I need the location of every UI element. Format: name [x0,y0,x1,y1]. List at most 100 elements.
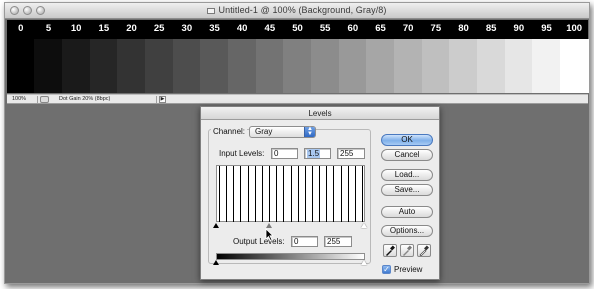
white-eyedropper-button[interactable] [417,244,431,257]
step-label: 20 [126,23,137,34]
status-bar-icon[interactable] [40,96,49,103]
gray-patch [339,39,368,93]
output-gradient-bar [216,253,365,260]
gray-patch [34,39,63,93]
step-label: 30 [181,23,193,34]
gray-patch [7,39,36,93]
auto-button[interactable]: Auto [381,206,433,218]
histogram-bar [269,166,270,222]
output-white-slider[interactable] [361,260,367,265]
histogram-bar [276,166,277,222]
channel-select[interactable]: Gray ▲ ▼ [249,126,316,138]
step-label: 10 [70,23,82,34]
select-arrows-icon: ▲ ▼ [304,126,315,137]
gray-patch [228,39,257,93]
histogram-bar [248,166,249,222]
gray-patch [422,39,451,93]
save-button[interactable]: Save... [381,184,433,196]
input-white-field[interactable]: 255 [337,148,365,159]
zoom-level[interactable]: 100% [10,96,38,103]
mouse-pointer-icon [265,228,274,241]
white-point-slider[interactable] [361,223,367,228]
document-info: Dot Gain 20% (8bpc) [53,96,157,103]
output-white-field[interactable]: 255 [324,236,352,247]
histogram-bar [291,166,292,222]
black-point-slider[interactable] [213,223,219,228]
histogram-bar [226,166,227,222]
histogram-bar [348,166,349,222]
document-icon [207,8,216,14]
black-eyedropper-icon [386,245,395,256]
window-title: Untitled-1 @ 100% (Background, Gray/8) [218,5,387,15]
histogram-bar [355,166,356,222]
black-eyedropper-button[interactable] [383,244,397,257]
step-label: 85 [485,23,497,34]
gray-patch [256,39,285,93]
output-black-slider[interactable] [213,260,219,265]
preview-label: Preview [394,265,423,274]
step-label: 60 [347,23,359,34]
histogram-bar [312,166,313,222]
histogram-bar [305,166,306,222]
title-bar[interactable]: Untitled-1 @ 100% (Background, Gray/8) [5,3,589,19]
step-label: 90 [513,23,525,34]
levels-dialog: Levels Channel: Gray ▲ ▼ Input Levels: 0 … [200,106,440,280]
white-eyedropper-icon [419,245,429,257]
step-label: 65 [375,23,386,34]
gray-patch [560,39,589,93]
histogram-bar [341,166,342,222]
input-gamma-field[interactable]: 1.5 [304,148,331,159]
step-label: 100 [566,23,583,34]
options-button[interactable]: Options... [381,225,433,237]
gray-eyedropper-icon [403,245,412,256]
output-black-field[interactable]: 0 [291,236,318,247]
ok-button[interactable]: OK [381,134,433,146]
gray-eyedropper-button[interactable] [400,244,414,257]
histogram [216,165,365,222]
histogram-bar [362,166,363,222]
gray-patch [145,39,174,93]
input-levels-label: Input Levels: [219,149,265,158]
histogram-bar [283,166,284,222]
histogram-bar [319,166,320,222]
cancel-button[interactable]: Cancel [381,149,433,161]
step-label: 15 [98,23,110,34]
info-menu-arrow-icon[interactable]: ▶ [159,96,166,103]
dialog-title: Levels [201,107,439,120]
gray-patch [200,39,229,93]
histogram-bar [262,166,263,222]
step-label: 45 [264,23,276,34]
histogram-bar [298,166,299,222]
histogram-bar [333,166,334,222]
gray-patch [394,39,423,93]
gray-patch [62,39,91,93]
input-black-field[interactable]: 0 [271,148,298,159]
gray-patch [449,39,478,93]
gray-patch [90,39,119,93]
load-button[interactable]: Load... [381,169,433,181]
histogram-bar [326,166,327,222]
step-label: 95 [541,23,552,34]
gray-patch [366,39,395,93]
gray-patch [505,39,534,93]
histogram-bar [255,166,256,222]
gray-patch [532,39,561,93]
step-label: 0 [18,23,24,34]
histogram-bar [219,166,220,222]
gray-patch-row [7,39,589,93]
gray-patch [117,39,146,93]
canvas-step-wedge[interactable]: 0 5 10 15 20 25 30 35 40 45 50 55 60 65 70 75 80 85 90 95 10… [7,20,589,93]
gray-patch [477,39,506,93]
channel-value: Gray [255,127,273,136]
window-title-area: Untitled-1 @ 100% (Background, Gray/8) [5,5,589,15]
step-label: 75 [430,23,442,34]
step-label: 55 [319,23,331,34]
step-label: 5 [45,23,52,34]
status-bar: 100% Dot Gain 20% (8bpc) ▶ [7,94,588,104]
step-label: 50 [292,23,303,34]
histogram-bar [240,166,241,222]
gray-patch [311,39,340,93]
histogram-bar [233,166,234,222]
preview-checkbox[interactable]: ✓ [382,265,391,274]
step-label: 70 [402,23,414,34]
